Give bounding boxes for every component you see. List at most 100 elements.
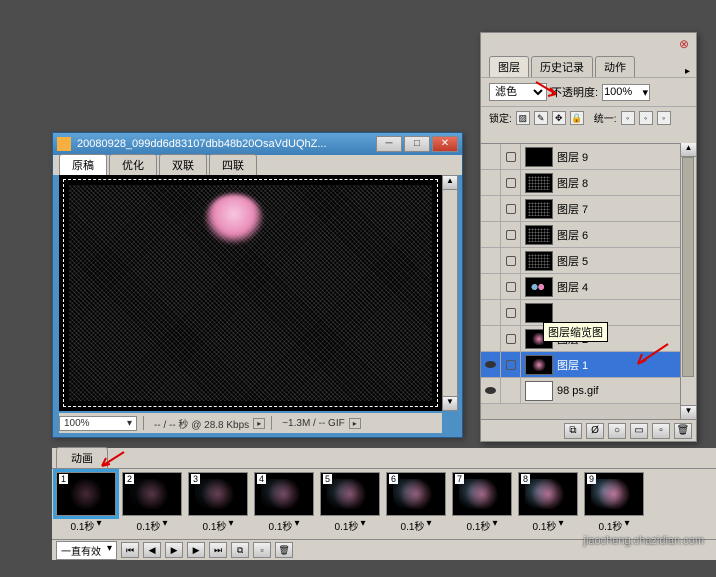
play-button[interactable]: ▶ — [165, 542, 183, 558]
status-time-menu[interactable]: ▸ — [253, 418, 265, 429]
link-toggle[interactable] — [501, 352, 521, 377]
layer-name[interactable]: 98 ps.gif — [557, 385, 680, 397]
loop-select[interactable]: 一直有效▾ — [56, 541, 117, 560]
close-button[interactable]: ✕ — [432, 136, 458, 152]
animation-frame[interactable]: 1 0.1秒▾ — [54, 471, 118, 539]
unify-style-icon[interactable]: ◦ — [657, 111, 671, 125]
scroll-down-icon[interactable]: ▼ — [443, 396, 457, 410]
unify-position-icon[interactable]: ◦ — [621, 111, 635, 125]
frame-thumbnail[interactable]: 9 — [584, 472, 644, 516]
link-toggle[interactable] — [501, 144, 521, 169]
status-size-menu[interactable]: ▸ — [349, 418, 361, 429]
chevron-down-icon[interactable]: ▾ — [558, 518, 563, 533]
doc-titlebar[interactable]: 20080928_099dd6d83107dbb48b20OsaVdUQhZ..… — [53, 133, 462, 155]
link-toggle[interactable] — [501, 378, 521, 403]
new-frame-button[interactable]: ▫ — [253, 542, 271, 558]
frame-delay[interactable]: 0.1秒▾ — [450, 518, 514, 533]
chevron-down-icon[interactable]: ▾ — [96, 518, 101, 533]
layer-thumbnail[interactable] — [525, 251, 553, 271]
layers-list[interactable]: 图层 9图层 8图层 7图层 6图层 5图层 4图层 2图层 198 ps.gi… — [481, 143, 680, 419]
frame-thumbnail[interactable]: 7 — [452, 472, 512, 516]
tween-button[interactable]: ⧉ — [231, 542, 249, 558]
layer-thumbnail[interactable] — [525, 381, 553, 401]
visibility-toggle[interactable] — [481, 196, 501, 221]
layer-name[interactable]: 图层 1 — [557, 357, 680, 373]
animation-frame[interactable]: 2 0.1秒▾ — [120, 471, 184, 539]
visibility-toggle[interactable] — [481, 248, 501, 273]
animation-frame[interactable]: 30.1秒▾ — [186, 471, 250, 539]
frame-thumbnail[interactable]: 1 — [56, 472, 116, 516]
frame-delay[interactable]: 0.1秒▾ — [318, 518, 382, 533]
frame-thumbnail[interactable]: 2 — [122, 472, 182, 516]
tab-layers[interactable]: 图层 — [489, 56, 529, 77]
link-toggle[interactable] — [501, 326, 521, 351]
layer-row[interactable]: 图层 6 — [481, 222, 680, 248]
layer-row[interactable]: 98 ps.gif — [481, 378, 680, 404]
layer-thumbnail[interactable] — [525, 355, 553, 375]
chevron-down-icon[interactable]: ▾ — [162, 518, 167, 533]
visibility-toggle[interactable] — [481, 378, 501, 403]
lock-pixels-icon[interactable]: ✎ — [534, 111, 548, 125]
frame-thumbnail[interactable]: 6 — [386, 472, 446, 516]
layer-thumbnail[interactable] — [525, 147, 553, 167]
chevron-down-icon[interactable]: ▾ — [492, 518, 497, 533]
delete-layer-button[interactable]: 🗑 — [674, 423, 692, 439]
canvas[interactable] — [59, 175, 442, 411]
link-toggle[interactable] — [501, 248, 521, 273]
chevron-down-icon[interactable]: ▾ — [294, 518, 299, 533]
visibility-toggle[interactable] — [481, 274, 501, 299]
frame-thumbnail[interactable]: 5 — [320, 472, 380, 516]
layer-thumbnail[interactable] — [525, 173, 553, 193]
chevron-down-icon[interactable]: ▾ — [228, 518, 233, 533]
lock-position-icon[interactable]: ✥ — [552, 111, 566, 125]
new-group-button[interactable]: ▭ — [630, 423, 648, 439]
link-toggle[interactable] — [501, 300, 521, 325]
scroll-up-icon[interactable]: ▲ — [443, 176, 457, 190]
link-toggle[interactable] — [501, 274, 521, 299]
animation-frame[interactable]: 90.1秒▾ — [582, 471, 646, 539]
tab-history[interactable]: 历史记录 — [531, 56, 593, 77]
frame-delay[interactable]: 0.1秒▾ — [120, 518, 184, 533]
next-frame-button[interactable]: ▶ — [187, 542, 205, 558]
chevron-down-icon[interactable]: ▾ — [426, 518, 431, 533]
layers-scrollbar[interactable]: ▲ ▼ — [680, 143, 696, 419]
frame-delay[interactable]: 0.1秒▾ — [252, 518, 316, 533]
opacity-field[interactable]: 100%▾ — [602, 84, 650, 101]
link-toggle[interactable] — [501, 222, 521, 247]
layer-name[interactable]: 图层 4 — [557, 279, 680, 295]
tab-actions[interactable]: 动作 — [595, 56, 635, 77]
tab-optimized[interactable]: 优化 — [109, 154, 157, 175]
layer-row[interactable]: 图层 7 — [481, 196, 680, 222]
lock-all-icon[interactable]: 🔒 — [570, 111, 584, 125]
animation-frames[interactable]: 10.1秒▾20.1秒▾30.1秒▾40.1秒▾50.1秒▾60.1秒▾70.1… — [52, 468, 716, 540]
new-layer-button[interactable]: ▫ — [652, 423, 670, 439]
panel-close-button[interactable]: ⊗ — [676, 37, 692, 53]
tab-4up[interactable]: 四联 — [209, 154, 257, 175]
layer-thumbnail[interactable] — [525, 303, 553, 323]
frame-delay[interactable]: 0.1秒▾ — [54, 518, 118, 533]
tab-original[interactable]: 原稿 — [59, 154, 107, 175]
layer-row[interactable]: 图层 5 — [481, 248, 680, 274]
layer-thumbnail[interactable] — [525, 277, 553, 297]
zoom-field[interactable]: 100%▾ — [59, 416, 137, 431]
animation-frame[interactable]: 5 0.1秒▾ — [318, 471, 382, 539]
frame-thumbnail[interactable]: 4 — [254, 472, 314, 516]
scroll-up-icon[interactable]: ▲ — [681, 143, 696, 157]
delete-frame-button[interactable]: 🗑 — [275, 542, 293, 558]
visibility-toggle[interactable] — [481, 326, 501, 351]
lock-transparent-icon[interactable]: ▨ — [516, 111, 530, 125]
layer-row[interactable]: 图层 8 — [481, 170, 680, 196]
chevron-down-icon[interactable]: ▾ — [107, 543, 112, 558]
scroll-down-icon[interactable]: ▼ — [681, 405, 696, 419]
layer-thumbnail[interactable] — [525, 199, 553, 219]
layer-name[interactable]: 图层 9 — [557, 149, 680, 165]
layer-style-button[interactable]: Ø — [586, 423, 604, 439]
animation-frame[interactable]: 60.1秒▾ — [384, 471, 448, 539]
layer-name[interactable]: 图层 8 — [557, 175, 680, 191]
blend-mode-select[interactable]: 滤色 — [489, 83, 547, 101]
chevron-down-icon[interactable]: ▾ — [624, 518, 629, 533]
visibility-toggle[interactable] — [481, 222, 501, 247]
first-frame-button[interactable]: ⏮ — [121, 542, 139, 558]
unify-visibility-icon[interactable]: ◦ — [639, 111, 653, 125]
frame-thumbnail[interactable]: 3 — [188, 472, 248, 516]
